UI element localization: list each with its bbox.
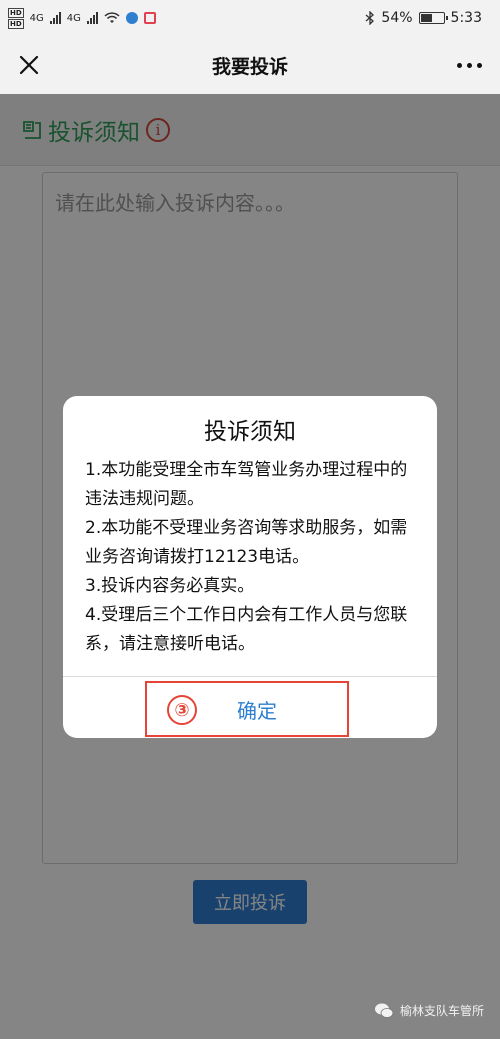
confirm-button[interactable]: ③ 确定 <box>145 681 349 737</box>
wifi-icon <box>104 12 120 23</box>
confirm-label: 确定 <box>237 698 277 723</box>
network-label: 4G <box>29 12 44 24</box>
hd-icon: HD <box>8 18 24 29</box>
browser-icon <box>125 12 138 24</box>
status-left: HD HD 4G 4G <box>8 7 156 29</box>
notice-line: 4.受理后三个工作日内会有工作人员与您联系，请注意接听电话。 <box>85 605 408 654</box>
battery-icon <box>418 12 448 24</box>
wechat-icon <box>374 1003 394 1018</box>
battery-fill <box>420 14 433 22</box>
step-number-badge: ③ <box>167 695 197 725</box>
page-title: 我要投诉 <box>211 55 288 78</box>
hd-indicators: HD HD <box>8 7 24 29</box>
notice-line: 3.投诉内容务必真实。 <box>85 576 255 596</box>
watermark: 榆林支队车管所 <box>374 1002 484 1019</box>
dialog-divider <box>63 676 437 677</box>
watermark-text: 榆林支队车管所 <box>399 1004 484 1018</box>
notice-line: 2.本功能不受理业务咨询等求助服务，如需业务咨询请拨打12123电话。 <box>85 518 408 567</box>
notice-line: 1.本功能受理全市车驾管业务办理过程中的违法违规问题。 <box>85 460 408 509</box>
network-label: 4G <box>66 12 81 24</box>
status-right: 54% 5:33 <box>365 10 482 26</box>
hd-icon: HD <box>8 7 24 18</box>
signal-icon <box>49 12 61 24</box>
signal-icon <box>86 12 98 24</box>
bluetooth-icon <box>365 11 375 25</box>
dialog-body: 1.本功能受理全市车驾管业务办理过程中的违法违规问题。 2.本功能不受理业务咨询… <box>63 448 437 659</box>
clock: 5:33 <box>450 10 482 26</box>
close-icon[interactable] <box>14 50 44 80</box>
dialog-title: 投诉须知 <box>204 419 296 445</box>
more-icon[interactable] <box>457 63 482 68</box>
notice-dialog: 投诉须知 1.本功能受理全市车驾管业务办理过程中的违法违规问题。 2.本功能不受… <box>63 396 437 738</box>
battery-percent: 54% <box>381 10 413 26</box>
status-bar: HD HD 4G 4G 54% 5:33 <box>0 0 500 36</box>
notification-icon <box>143 12 156 24</box>
nav-bar: 我要投诉 <box>0 36 500 94</box>
